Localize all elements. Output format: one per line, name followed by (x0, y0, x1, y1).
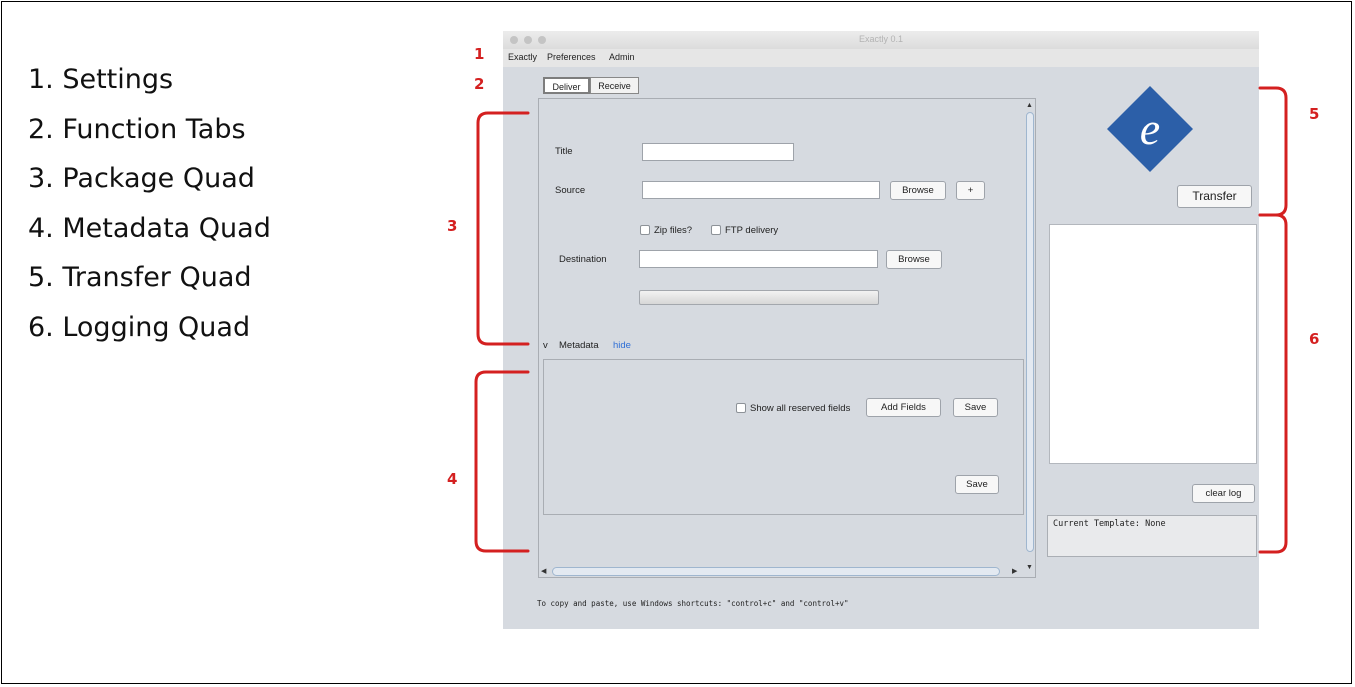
annotation-6: 6 (1309, 330, 1320, 348)
bracket-metadata-quad (474, 370, 530, 553)
annotation-3: 3 (447, 217, 458, 235)
annotation-brackets (474, 86, 1288, 554)
annotation-2: 2 (474, 75, 485, 93)
annotation-4: 4 (447, 470, 458, 488)
annotation-1: 1 (474, 45, 485, 63)
bracket-logging-quad (1258, 213, 1288, 554)
annotation-5: 5 (1309, 105, 1320, 123)
bracket-package-quad (476, 111, 530, 346)
bracket-transfer-quad (1258, 86, 1288, 217)
